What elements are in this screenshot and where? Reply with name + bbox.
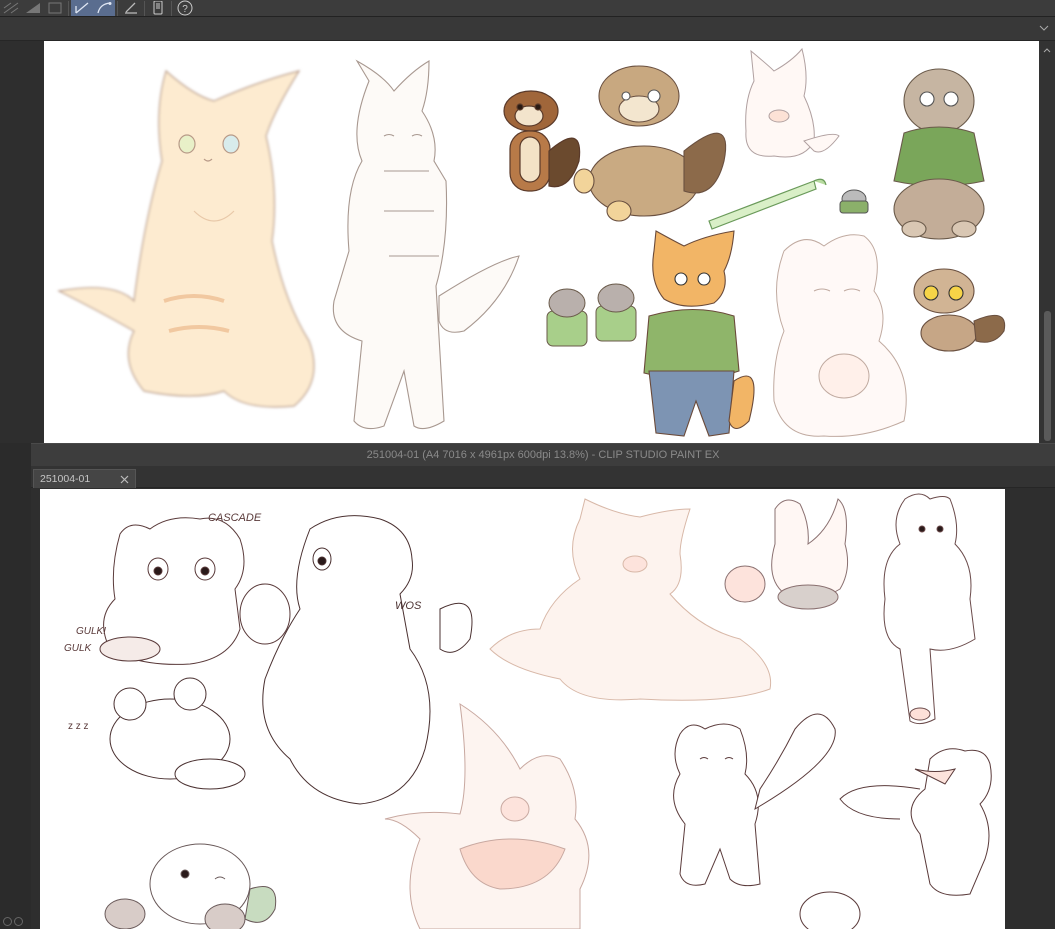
sketch-melon-buns bbox=[546, 283, 637, 347]
top-toolbar: ? bbox=[0, 0, 1055, 17]
canvas-view-bottom[interactable]: CASCADE GULK! GULK z z z WOS bbox=[31, 488, 1055, 929]
sound-effect-text-2: WOS bbox=[395, 600, 422, 612]
canvas-paper-top[interactable] bbox=[44, 41, 1039, 443]
canvas-paper-bottom[interactable]: CASCADE GULK! GULK z z z WOS bbox=[40, 489, 1005, 929]
sketch-white-fox bbox=[745, 47, 840, 158]
sketch-brown-tanuki bbox=[503, 90, 581, 192]
sketch-bandana-cat bbox=[839, 748, 992, 896]
toolbar-divider bbox=[68, 1, 69, 16]
document-tab-bar: 251004-01 bbox=[31, 466, 1055, 488]
close-icon[interactable] bbox=[118, 473, 130, 485]
sketch-mini-raccoon bbox=[839, 189, 869, 214]
sketch-orange-cat bbox=[57, 69, 315, 408]
document-tab-label: 251004-01 bbox=[40, 473, 91, 485]
toolbar-divider bbox=[117, 1, 118, 16]
status-circle-icon bbox=[3, 917, 12, 926]
ruler-hatch-icon[interactable] bbox=[0, 0, 22, 16]
sketch-artwork-top bbox=[57, 47, 1006, 437]
frame-icon[interactable] bbox=[44, 0, 66, 16]
chevron-down-icon[interactable] bbox=[1037, 21, 1051, 35]
sketch-eating-creature bbox=[99, 517, 291, 665]
sketch-tanuki-lying bbox=[573, 65, 727, 222]
ruler-fill-icon[interactable] bbox=[22, 0, 44, 16]
clip-studio-app: ? 251004-01 (A4 7016 x 4961px 600dpi 13.… bbox=[0, 0, 1055, 929]
help-icon[interactable]: ? bbox=[174, 0, 196, 16]
sketch-celery bbox=[708, 178, 827, 230]
sketch-dancing-cat bbox=[673, 713, 836, 887]
pen-vector-icon[interactable] bbox=[71, 0, 93, 16]
sketch-white-cat bbox=[332, 59, 520, 430]
svg-text:?: ? bbox=[182, 4, 188, 15]
edit-ruler-icon[interactable] bbox=[120, 0, 142, 16]
status-circle-icon bbox=[14, 917, 23, 926]
sketch-sleeping-mouse bbox=[109, 677, 246, 790]
curve-icon[interactable] bbox=[93, 0, 115, 16]
canvas-view-top[interactable] bbox=[0, 41, 1055, 443]
sketch-standing-cat-shirt bbox=[883, 493, 976, 725]
gulp-text: GULK! bbox=[76, 626, 106, 637]
sketch-green-sweater-bear bbox=[893, 68, 985, 240]
status-icons bbox=[0, 917, 31, 929]
sketch-dog-creature bbox=[262, 515, 473, 805]
smartphone-icon[interactable] bbox=[147, 0, 169, 16]
window-title-bar[interactable]: 251004-01 (A4 7016 x 4961px 600dpi 13.8%… bbox=[31, 443, 1055, 466]
sketch-soft-pink-cat bbox=[489, 498, 772, 701]
sketch-artwork-bottom: CASCADE GULK! GULK z z z WOS bbox=[64, 493, 992, 929]
vertical-scrollbar[interactable] bbox=[1039, 41, 1055, 443]
sketch-small-bottom-head bbox=[799, 891, 861, 929]
scroll-up-icon[interactable] bbox=[1042, 43, 1052, 53]
sketch-masked-rabbit bbox=[724, 498, 849, 610]
window-title: 251004-01 (A4 7016 x 4961px 600dpi 13.8%… bbox=[366, 449, 720, 461]
sketch-fox-green-sweater bbox=[643, 230, 755, 437]
sketch-bottom-creature bbox=[104, 843, 277, 929]
left-dock-strip bbox=[0, 443, 31, 929]
sleep-text: z z z bbox=[68, 721, 89, 732]
document-tab[interactable]: 251004-01 bbox=[33, 469, 136, 488]
sketch-small-raccoon bbox=[913, 268, 1006, 352]
command-subbar bbox=[0, 17, 1055, 41]
sound-effect-text: CASCADE bbox=[208, 512, 262, 524]
toolbar-divider bbox=[144, 1, 145, 16]
scrollbar-thumb[interactable] bbox=[1044, 311, 1051, 441]
sketch-sleepy-white-bear bbox=[773, 234, 907, 437]
gulp-text-2: GULK bbox=[64, 643, 93, 654]
toolbar-divider bbox=[171, 1, 172, 16]
